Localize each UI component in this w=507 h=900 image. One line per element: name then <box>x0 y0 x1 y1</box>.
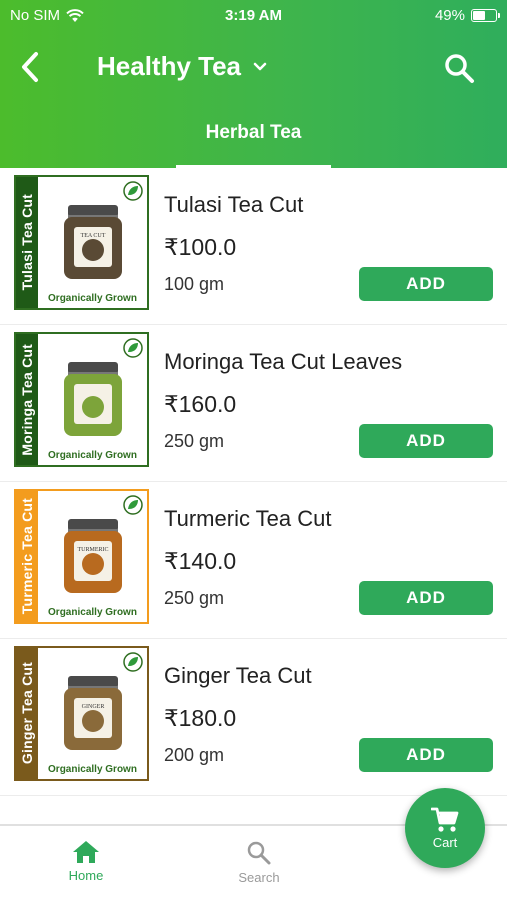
strip-text: Tulasi Tea Cut <box>19 194 35 291</box>
back-button[interactable] <box>10 46 50 88</box>
leaf-badge-icon <box>123 652 143 672</box>
organic-label: Organically Grown <box>48 450 137 461</box>
product-price: ₹100.0 <box>164 234 237 260</box>
nav-search-label: Search <box>238 870 280 885</box>
product-weight: 100 gm <box>164 274 225 294</box>
cart-button[interactable]: Cart <box>405 788 485 868</box>
search-icon <box>445 54 474 83</box>
product-jar-image <box>64 362 122 436</box>
cart-label: Cart <box>432 834 458 850</box>
organic-label: Organically Grown <box>48 293 137 304</box>
nav-row: Healthy Tea <box>0 40 507 94</box>
product-weight: 200 gm <box>164 745 225 765</box>
product-card[interactable]: Turmeric Tea Cut TURMERIC Organically Gr… <box>0 482 507 639</box>
svg-text:GINGER: GINGER <box>82 704 105 710</box>
battery-percent: 49% <box>434 7 465 24</box>
product-price: ₹180.0 <box>164 705 237 731</box>
organic-label: Organically Grown <box>48 607 137 618</box>
label-strip: Tulasi Tea Cut <box>16 177 38 308</box>
product-card[interactable]: Ginger Tea Cut GINGER Organically Grown … <box>0 639 507 796</box>
product-name[interactable]: Tulasi Tea Cut <box>164 192 303 218</box>
status-bar: No SIM 3:19 AM 49% <box>0 0 507 32</box>
product-jar-image: GINGER <box>64 676 122 750</box>
leaf-badge-icon <box>123 181 143 201</box>
add-to-cart-button[interactable]: ADD <box>359 738 493 772</box>
status-right: 49% <box>434 7 500 24</box>
label-strip: Turmeric Tea Cut <box>16 491 38 622</box>
product-image[interactable]: Ginger Tea Cut GINGER Organically Grown <box>14 646 149 781</box>
tab-label: Herbal Tea <box>205 122 302 143</box>
tab-herbal-tea[interactable]: Herbal Tea <box>176 112 331 168</box>
product-name[interactable]: Moringa Tea Cut Leaves <box>164 349 402 375</box>
home-icon <box>73 841 99 863</box>
add-to-cart-button[interactable]: ADD <box>359 267 493 301</box>
product-weight: 250 gm <box>164 431 225 451</box>
product-price: ₹160.0 <box>164 391 237 417</box>
strip-text: Moringa Tea Cut <box>19 343 35 456</box>
status-time: 3:19 AM <box>225 7 282 24</box>
page-title: Healthy Tea <box>97 51 242 81</box>
product-price: ₹140.0 <box>164 548 237 574</box>
product-name[interactable]: Ginger Tea Cut <box>164 663 312 689</box>
leaf-badge-icon <box>123 338 143 358</box>
product-image[interactable]: Turmeric Tea Cut TURMERIC Organically Gr… <box>14 489 149 624</box>
strip-text: Ginger Tea Cut <box>19 662 35 765</box>
product-card[interactable]: Tulasi Tea Cut TEA CUT Organically Grown… <box>0 168 507 325</box>
svg-text:TURMERIC: TURMERIC <box>77 547 108 553</box>
product-list: Tulasi Tea Cut TEA CUT Organically Grown… <box>0 168 507 796</box>
battery-level <box>473 11 485 20</box>
search-button[interactable] <box>439 48 479 88</box>
nav-home-label: Home <box>68 868 104 883</box>
product-jar-image: TEA CUT <box>64 205 122 279</box>
chevron-left-icon <box>22 52 38 82</box>
add-to-cart-button[interactable]: ADD <box>359 424 493 458</box>
product-weight: 250 gm <box>164 588 225 608</box>
cart-icon <box>431 807 459 832</box>
product-image[interactable]: Moringa Tea Cut Organically Grown <box>14 332 149 467</box>
search-icon <box>247 841 271 865</box>
strip-text: Turmeric Tea Cut <box>19 498 35 615</box>
product-card[interactable]: Moringa Tea Cut Organically Grown Moring… <box>0 325 507 482</box>
category-dropdown[interactable]: Healthy Tea <box>97 51 267 82</box>
nav-search[interactable]: Search <box>219 840 299 885</box>
chevron-down-icon <box>253 62 267 70</box>
battery-icon <box>471 9 500 22</box>
add-to-cart-button[interactable]: ADD <box>359 581 493 615</box>
product-image[interactable]: Tulasi Tea Cut TEA CUT Organically Grown <box>14 175 149 310</box>
label-strip: Moringa Tea Cut <box>16 334 38 465</box>
product-name[interactable]: Turmeric Tea Cut <box>164 506 332 532</box>
leaf-badge-icon <box>123 495 143 515</box>
product-jar-image: TURMERIC <box>64 519 122 593</box>
svg-text:TEA CUT: TEA CUT <box>81 233 106 239</box>
nav-home[interactable]: Home <box>46 840 126 883</box>
organic-label: Organically Grown <box>48 764 137 775</box>
app-header: No SIM 3:19 AM 49% Healthy Tea Herbal Te… <box>0 0 507 168</box>
label-strip: Ginger Tea Cut <box>16 648 38 779</box>
